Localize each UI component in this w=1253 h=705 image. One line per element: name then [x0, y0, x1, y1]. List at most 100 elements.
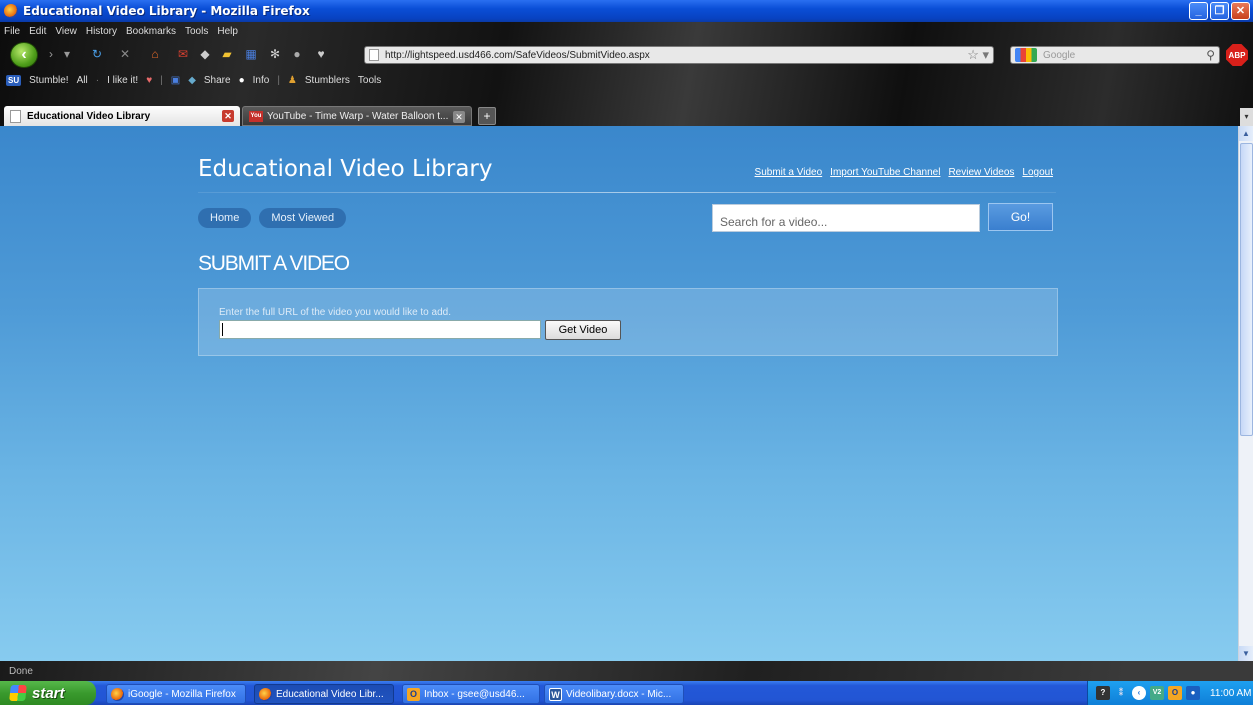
taskbar-item-educational-video-library[interactable]: Educational Video Libr...	[254, 684, 394, 704]
close-tab-icon[interactable]: ✕	[453, 111, 465, 123]
stumbleupon-logo-icon: SU	[6, 74, 22, 86]
review-videos-link[interactable]: Review Videos	[948, 167, 1014, 178]
url-hint: Enter the full URL of the video you woul…	[219, 307, 451, 318]
clock: 11:00 AM	[1210, 687, 1252, 699]
stop-icon[interactable]: ✕	[118, 47, 132, 61]
stumblers-icon: ♟	[287, 74, 297, 86]
home-nav-button[interactable]: Home	[198, 208, 252, 228]
header-divider	[198, 192, 1056, 193]
sync-icon[interactable]: ●	[290, 47, 304, 61]
site-nav: Home Most Viewed	[198, 208, 347, 228]
search-icon[interactable]: ⚲	[1206, 48, 1215, 62]
menu-bookmarks[interactable]: Bookmarks	[126, 26, 176, 37]
navigation-toolbar: ‹ › ▾ ↻ ✕ ⌂ ✉ ◆ ▰ ▦ ✻ ● ♥ http://lightsp…	[0, 40, 1253, 68]
menu-file[interactable]: File	[4, 26, 20, 37]
help-icon[interactable]: ?	[1096, 686, 1110, 700]
get-video-button[interactable]: Get Video	[545, 320, 621, 340]
taskbar-item-word-document[interactable]: W Videolibary.docx - Mic...	[544, 684, 684, 704]
firefox-icon	[111, 687, 124, 701]
taskbar-item-igoogle[interactable]: iGoogle - Mozilla Firefox	[106, 684, 246, 704]
window-title: Educational Video Library - Mozilla Fire…	[23, 4, 310, 18]
outlook-icon: O	[407, 687, 420, 701]
url-text: http://lightspeed.usd466.com/SafeVideos/…	[385, 49, 650, 61]
outlook-tray-icon[interactable]: O	[1168, 686, 1182, 700]
browser-chrome: File Edit View History Bookmarks Tools H…	[0, 22, 1253, 126]
youtube-icon: You	[249, 110, 263, 122]
menu-edit[interactable]: Edit	[29, 26, 46, 37]
gear-icon[interactable]: ✻	[268, 47, 282, 61]
firefox-icon	[259, 687, 272, 701]
close-tab-icon[interactable]: ✕	[222, 110, 234, 122]
google-icon	[1015, 48, 1037, 62]
calendar-icon[interactable]: ▦	[244, 47, 258, 61]
menu-tools[interactable]: Tools	[185, 26, 208, 37]
reload-icon[interactable]: ↻	[90, 47, 104, 61]
go-button[interactable]: Go!	[988, 203, 1053, 231]
vertical-scrollbar[interactable]: ▲ ▼	[1238, 126, 1253, 661]
address-bar[interactable]: http://lightspeed.usd466.com/SafeVideos/…	[364, 46, 994, 64]
network-icon[interactable]: ⁑	[1114, 686, 1128, 700]
list-all-tabs-icon[interactable]: ▾	[1240, 108, 1253, 126]
scroll-down-icon[interactable]: ▼	[1239, 646, 1253, 661]
bookmark-star-icon[interactable]: ☆ ▾	[967, 47, 989, 63]
windows-taskbar: start iGoogle - Mozilla Firefox Educatio…	[0, 681, 1253, 705]
thumbs-down-icon[interactable]: ♥	[146, 75, 152, 86]
scroll-up-icon[interactable]: ▲	[1239, 126, 1253, 141]
menu-help[interactable]: Help	[217, 26, 238, 37]
window-titlebar: Educational Video Library - Mozilla Fire…	[0, 0, 1253, 22]
new-tab-button[interactable]: +	[478, 107, 496, 125]
stumble-thumb-icon[interactable]: ♥	[314, 47, 328, 61]
tab-youtube[interactable]: You YouTube - Time Warp - Water Balloon …	[242, 106, 472, 126]
tab-label: Educational Video Library	[27, 110, 151, 122]
adblock-icon[interactable]: ABP	[1226, 44, 1248, 66]
history-dropdown-icon[interactable]: ▾	[60, 47, 74, 61]
menu-view[interactable]: View	[55, 26, 77, 37]
video-url-input[interactable]	[219, 320, 541, 339]
start-label: start	[32, 684, 65, 702]
windows-flag-icon	[9, 685, 27, 701]
logout-link[interactable]: Logout	[1022, 167, 1053, 178]
tab-educational-video-library[interactable]: Educational Video Library ✕	[4, 106, 240, 126]
start-button[interactable]: start	[0, 681, 96, 705]
addon-icon[interactable]: ◆	[198, 47, 212, 61]
share-icon: ◆	[188, 74, 196, 86]
all-dropdown[interactable]: All	[77, 75, 88, 86]
status-text: Done	[9, 666, 33, 677]
most-viewed-nav-button[interactable]: Most Viewed	[259, 208, 347, 228]
info-button[interactable]: Info	[253, 75, 270, 86]
close-window-button[interactable]: ✕	[1231, 2, 1250, 20]
submit-video-link[interactable]: Submit a Video	[755, 167, 823, 178]
stumbleupon-toolbar: SU Stumble! All · I like it! ♥ | ▣ ◆ Sha…	[6, 74, 382, 86]
system-tray: ? ⁑ ‹ V2 O ● 11:00 AM	[1087, 681, 1253, 705]
menu-history[interactable]: History	[86, 26, 117, 37]
back-button[interactable]: ‹	[10, 42, 38, 68]
status-bar: Done	[0, 661, 1253, 681]
page-heading: SUBMIT A VIDEO	[198, 252, 350, 275]
i-like-it-button[interactable]: I like it!	[107, 75, 138, 86]
gmail-icon[interactable]: ✉	[176, 47, 190, 61]
maximize-button[interactable]: ❐	[1210, 2, 1229, 20]
top-links: Submit a Video Import YouTube Channel Re…	[755, 167, 1053, 178]
video-search-input[interactable]: Search for a video...	[712, 204, 980, 232]
tools-button[interactable]: Tools	[358, 75, 381, 86]
facebook-icon[interactable]: ▣	[171, 75, 180, 86]
messenger-icon[interactable]: ●	[1186, 686, 1200, 700]
stumble-button[interactable]: Stumble!	[29, 75, 68, 86]
stumblers-button[interactable]: Stumblers	[305, 75, 350, 86]
word-icon: W	[549, 687, 562, 701]
site-title: Educational Video Library	[198, 156, 493, 182]
share-button[interactable]: Share	[204, 75, 231, 86]
folder-icon[interactable]: ▰	[220, 47, 234, 61]
info-bubble-icon: ●	[238, 74, 245, 86]
window-controls: _ ❐ ✕	[1189, 2, 1250, 20]
taskbar-item-outlook-inbox[interactable]: O Inbox - gsee@usd46...	[402, 684, 540, 704]
scroll-thumb[interactable]	[1240, 143, 1253, 436]
home-icon[interactable]: ⌂	[148, 47, 162, 61]
v2-icon[interactable]: V2	[1150, 686, 1164, 700]
minimize-button[interactable]: _	[1189, 2, 1208, 20]
tray-arrow-icon[interactable]: ‹	[1132, 686, 1146, 700]
import-youtube-channel-link[interactable]: Import YouTube Channel	[830, 167, 940, 178]
text-caret	[222, 323, 223, 336]
forward-icon[interactable]: ›	[44, 47, 58, 61]
search-bar[interactable]: Google ⚲	[1010, 46, 1220, 64]
